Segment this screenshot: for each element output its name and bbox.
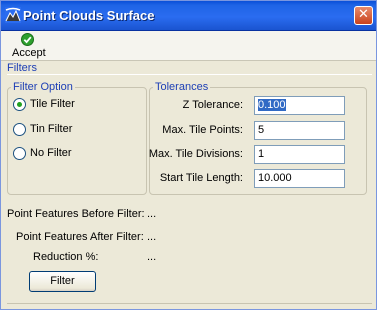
features-before-label: Point Features Before Filter: bbox=[7, 208, 145, 220]
start-tile-length-value: 10.000 bbox=[258, 172, 292, 184]
dialog-window: Point Clouds Surface ✕ Accept Filters Fi… bbox=[0, 0, 377, 310]
z-tolerance-input[interactable]: 0.100 bbox=[254, 96, 345, 115]
features-after-value: ... bbox=[147, 231, 157, 243]
bottom-divider bbox=[7, 303, 372, 304]
max-tile-divisions-label: Max. Tile Divisions: bbox=[148, 148, 243, 160]
filters-section-label: Filters bbox=[7, 62, 37, 74]
close-button[interactable]: ✕ bbox=[354, 6, 373, 25]
features-after-label: Point Features After Filter: bbox=[16, 231, 144, 243]
radio-button[interactable] bbox=[13, 123, 26, 136]
accept-label: Accept bbox=[12, 47, 46, 59]
radio-label: Tile Filter bbox=[30, 98, 75, 110]
start-tile-length-label: Start Tile Length: bbox=[159, 172, 243, 184]
z-tolerance-label: Z Tolerance: bbox=[182, 99, 243, 111]
section-divider bbox=[7, 74, 372, 75]
z-tolerance-value: 0.100 bbox=[258, 99, 286, 111]
window-title: Point Clouds Surface bbox=[23, 8, 155, 23]
reduction-value: ... bbox=[147, 251, 157, 263]
radio-button[interactable] bbox=[13, 98, 26, 111]
reduction-label: Reduction %: bbox=[33, 251, 99, 263]
max-tile-points-label: Max. Tile Points: bbox=[162, 124, 243, 136]
point-cloud-app-icon bbox=[5, 7, 21, 23]
max-tile-points-value: 5 bbox=[258, 124, 265, 136]
accept-button[interactable]: Accept bbox=[7, 32, 47, 60]
features-before-value: ... bbox=[147, 208, 157, 220]
filter-button[interactable]: Filter bbox=[29, 271, 96, 292]
radio-label: No Filter bbox=[30, 147, 72, 159]
max-tile-points-input[interactable]: 5 bbox=[254, 121, 345, 140]
title-bar[interactable]: Point Clouds Surface ✕ bbox=[1, 1, 376, 31]
start-tile-length-input[interactable]: 10.000 bbox=[254, 169, 345, 188]
filter-option-legend: Filter Option bbox=[13, 81, 73, 93]
check-circle-icon bbox=[21, 33, 34, 46]
radio-label: Tin Filter bbox=[30, 123, 73, 135]
toolbar: Accept bbox=[1, 31, 376, 61]
tolerances-legend: Tolerances bbox=[155, 81, 209, 93]
max-tile-divisions-input[interactable]: 1 bbox=[254, 145, 345, 164]
close-icon: ✕ bbox=[358, 7, 369, 22]
radio-button[interactable] bbox=[13, 147, 26, 160]
max-tile-divisions-value: 1 bbox=[258, 148, 265, 160]
